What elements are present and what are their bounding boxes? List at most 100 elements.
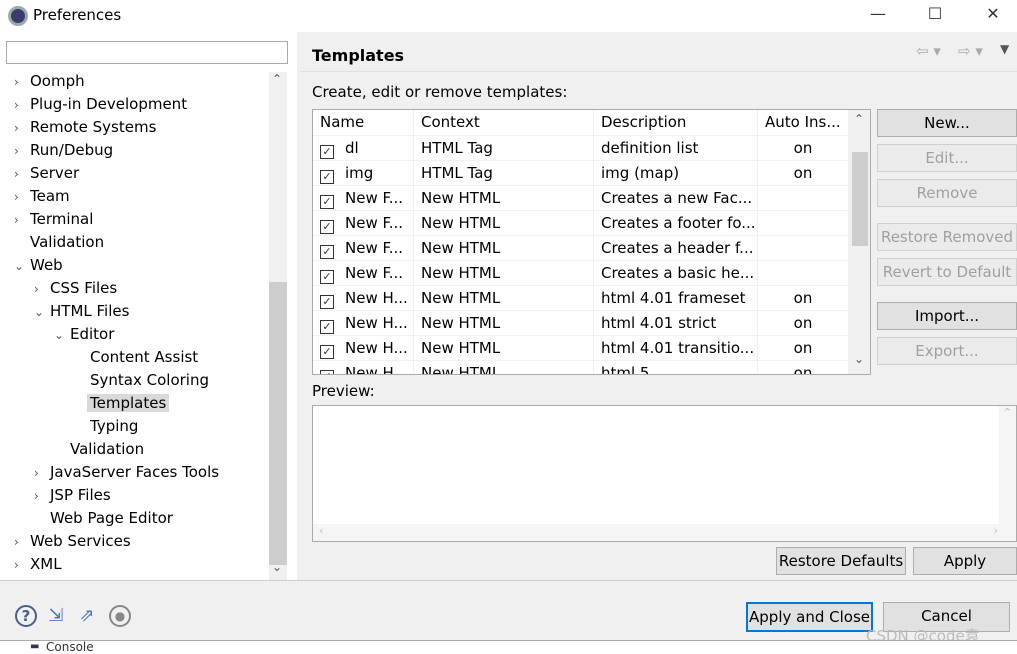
tree-item[interactable]: Validation (54, 438, 144, 460)
expand-chevron-icon[interactable]: ⌄ (34, 301, 50, 323)
expand-chevron-icon[interactable]: › (14, 117, 30, 139)
record-icon[interactable]: ● (109, 605, 131, 627)
table-row[interactable]: ✓ New H... New HTML html 4.01 strict on (313, 311, 849, 336)
tree-item[interactable]: › Web Services (14, 530, 131, 552)
enabled-checkbox[interactable]: ✓ (320, 145, 334, 159)
filter-input[interactable] (6, 41, 288, 64)
scroll-down-icon[interactable]: ⌄ (272, 560, 282, 574)
table-scroll-thumb[interactable] (852, 152, 868, 246)
table-cell (758, 236, 849, 261)
enabled-checkbox[interactable]: ✓ (320, 345, 334, 359)
cell-text: img (map) (601, 164, 680, 182)
enabled-checkbox[interactable]: ✓ (320, 170, 334, 184)
table-row[interactable]: ✓ New F... New HTML Creates a new Fac... (313, 186, 849, 211)
expand-chevron-icon[interactable]: › (34, 462, 50, 484)
console-tab[interactable]: Console (46, 641, 94, 654)
table-row[interactable]: ✓ New H... New HTML html 4.01 frameset on (313, 286, 849, 311)
back-arrow-icon[interactable]: ⇦ ▾ (916, 42, 941, 60)
tree-item[interactable]: › CSS Files (34, 277, 117, 299)
restore-defaults-button[interactable]: Restore Defaults (776, 547, 906, 575)
tree-item[interactable]: Syntax Coloring (74, 369, 209, 391)
expand-chevron-icon[interactable]: › (34, 485, 50, 507)
scroll-up-icon[interactable]: ⌃ (272, 72, 282, 86)
expand-chevron-icon[interactable]: › (14, 554, 30, 576)
expand-chevron-icon[interactable]: › (14, 209, 30, 231)
tree-item[interactable]: ⌄ Web (14, 254, 63, 276)
enabled-checkbox[interactable]: ✓ (320, 370, 334, 374)
close-button[interactable]: ✕ (978, 4, 1008, 28)
table-row[interactable]: ✓ New F... New HTML Creates a basic he... (313, 261, 849, 286)
tree-item[interactable]: Web Page Editor (34, 507, 173, 529)
expand-chevron-icon[interactable]: › (14, 140, 30, 162)
table-row[interactable]: ✓ New F... New HTML Creates a header f... (313, 236, 849, 261)
export-button[interactable]: Export... (877, 337, 1017, 365)
enabled-checkbox[interactable]: ✓ (320, 220, 334, 234)
table-row[interactable]: ✓ New H... New HTML html 5 on (313, 361, 849, 374)
forward-arrow-icon[interactable]: ⇨ ▾ (958, 42, 983, 60)
preview-area[interactable]: ‹ › ⌃ (312, 405, 1017, 542)
column-header-auto-insert[interactable]: Auto Ins... (758, 110, 849, 135)
tree-item[interactable]: ⌄ Editor (54, 323, 114, 345)
edit-button[interactable]: Edit... (877, 144, 1017, 172)
cell-text: Creates a footer fo... (601, 214, 756, 232)
table-row[interactable]: ✓ dl HTML Tag definition list on (313, 136, 849, 161)
tree-item[interactable]: › Server (14, 162, 79, 184)
restore-removed-button[interactable]: Restore Removed (877, 223, 1017, 251)
maximize-button[interactable]: ☐ (920, 4, 950, 28)
export-preferences-icon[interactable]: ⇗ (76, 605, 98, 627)
table-row[interactable]: ✓ New H... New HTML html 4.01 transitio... o… (313, 336, 849, 361)
cell-text: New HTML (421, 314, 501, 332)
tree-item[interactable]: › Team (14, 185, 70, 207)
scroll-up-icon[interactable]: ⌃ (854, 112, 864, 126)
enabled-checkbox[interactable]: ✓ (320, 245, 334, 259)
expand-chevron-icon[interactable]: › (14, 186, 30, 208)
tree-item[interactable]: › Terminal (14, 208, 93, 230)
revert-to-default-button[interactable]: Revert to Default (877, 258, 1017, 286)
column-header-description[interactable]: Description (594, 110, 758, 135)
tree-item[interactable]: Content Assist (74, 346, 198, 368)
tree-item[interactable]: › Run/Debug (14, 139, 113, 161)
new-button[interactable]: New... (877, 109, 1017, 137)
tree-item[interactable]: Typing (74, 415, 138, 437)
help-icon[interactable]: ? (15, 605, 37, 627)
apply-button[interactable]: Apply (913, 547, 1017, 575)
tree-item[interactable]: › JSP Files (34, 484, 111, 506)
enabled-checkbox[interactable]: ✓ (320, 195, 334, 209)
tree-scroll-thumb[interactable] (269, 282, 287, 565)
tree-item[interactable]: › JavaServer Faces Tools (34, 461, 219, 483)
tree-item[interactable]: Templates (74, 392, 170, 414)
expand-chevron-icon[interactable]: › (14, 71, 30, 93)
view-menu-icon[interactable]: ▼ (1000, 42, 1009, 56)
tree-item[interactable]: › XML (14, 553, 62, 575)
tree-item[interactable]: › Plug-in Development (14, 93, 187, 115)
tree-item[interactable]: › Remote Systems (14, 116, 156, 138)
tree-item[interactable]: › Oomph (14, 70, 85, 92)
preview-h-scrollbar[interactable]: ‹ › (313, 524, 1016, 541)
expand-chevron-icon[interactable]: › (34, 278, 50, 300)
apply-and-close-button[interactable]: Apply and Close (746, 602, 873, 632)
expand-chevron-icon[interactable]: › (14, 163, 30, 185)
scroll-down-icon[interactable]: ⌄ (854, 352, 864, 366)
import-preferences-icon[interactable]: ⇲ (45, 605, 67, 627)
tree-item-label: Editor (70, 325, 115, 343)
cell-text: New F... (345, 214, 404, 232)
column-header-context[interactable]: Context (414, 110, 594, 135)
enabled-checkbox[interactable]: ✓ (320, 270, 334, 284)
table-cell: HTML Tag (414, 161, 594, 186)
expand-chevron-icon[interactable]: ⌄ (14, 255, 30, 277)
table-row[interactable]: ✓ img HTML Tag img (map) on (313, 161, 849, 186)
expand-chevron-icon[interactable]: › (14, 94, 30, 116)
expand-chevron-icon[interactable]: › (14, 531, 30, 553)
table-row[interactable]: ✓ New F... New HTML Creates a footer fo... (313, 211, 849, 236)
minimize-button[interactable]: — (863, 4, 893, 28)
enabled-checkbox[interactable]: ✓ (320, 295, 334, 309)
enabled-checkbox[interactable]: ✓ (320, 320, 334, 334)
expand-chevron-icon[interactable]: ⌄ (54, 324, 70, 346)
tree-item[interactable]: Validation (14, 231, 104, 253)
import-button[interactable]: Import... (877, 302, 1017, 330)
remove-button[interactable]: Remove (877, 179, 1017, 207)
column-header-name[interactable]: Name (313, 110, 414, 135)
table-scrollbar[interactable]: ⌃ ⌄ (849, 110, 870, 374)
preview-v-scrollbar[interactable]: ⌃ (999, 406, 1016, 524)
tree-item[interactable]: ⌄ HTML Files (34, 300, 129, 322)
